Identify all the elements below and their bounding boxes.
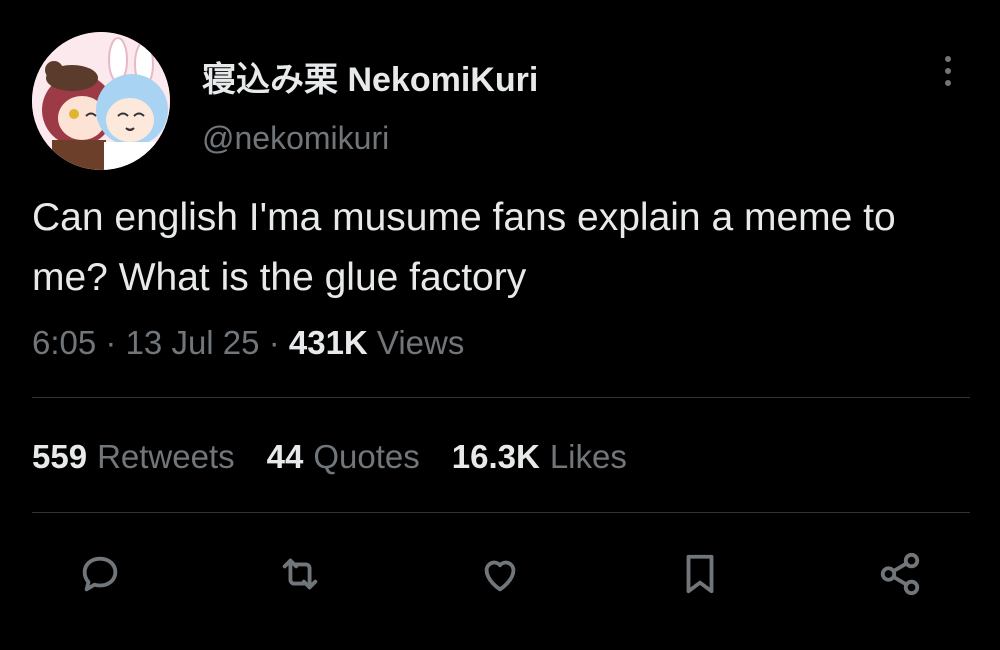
tweet-detail: 寝込み栗 NekomiKuri @nekomikuri Can english … xyxy=(0,0,1000,650)
reply-icon xyxy=(82,556,118,592)
likes-label: Likes xyxy=(549,438,627,475)
bookmark-button[interactable] xyxy=(674,548,726,600)
retweets-label: Retweets xyxy=(97,438,235,475)
meta-separator: · xyxy=(268,324,280,361)
divider xyxy=(32,512,970,513)
anime-avatar-icon xyxy=(32,32,170,170)
like-button[interactable] xyxy=(474,548,526,600)
likes-count: 16.3K xyxy=(451,438,540,475)
views-count: 431K xyxy=(288,324,368,361)
share-icon xyxy=(880,552,920,596)
retweet-icon xyxy=(282,558,318,590)
share-button[interactable] xyxy=(874,548,926,600)
retweet-button[interactable] xyxy=(274,548,326,600)
views-label: Views xyxy=(376,324,465,361)
engagement-stats: 559 Retweets 44 Quotes 16.3K Likes xyxy=(32,438,627,476)
tweet-date[interactable]: 13 Jul 25 xyxy=(126,324,260,361)
quotes-label: Quotes xyxy=(313,438,420,475)
tweet-time[interactable]: 6:05 xyxy=(32,324,96,361)
display-name[interactable]: 寝込み栗 NekomiKuri xyxy=(202,52,538,101)
tweet-meta: 6:05 · 13 Jul 25 · 431K Views xyxy=(32,324,464,362)
quotes-stat[interactable]: 44 Quotes xyxy=(267,438,420,476)
retweets-stat[interactable]: 559 Retweets xyxy=(32,438,235,476)
user-handle[interactable]: @nekomikuri xyxy=(202,120,389,157)
divider xyxy=(32,397,970,398)
quotes-count: 44 xyxy=(266,438,304,475)
retweets-count: 559 xyxy=(32,438,88,475)
tweet-text: Can english I'ma musume fans explain a m… xyxy=(32,196,896,299)
bookmark-icon xyxy=(686,554,714,594)
likes-stat[interactable]: 16.3K Likes xyxy=(452,438,627,476)
avatar[interactable] xyxy=(32,32,170,170)
more-vertical-icon[interactable] xyxy=(934,56,962,96)
meta-separator: · xyxy=(105,324,117,361)
reply-button[interactable] xyxy=(74,548,126,600)
heart-icon xyxy=(484,560,516,592)
